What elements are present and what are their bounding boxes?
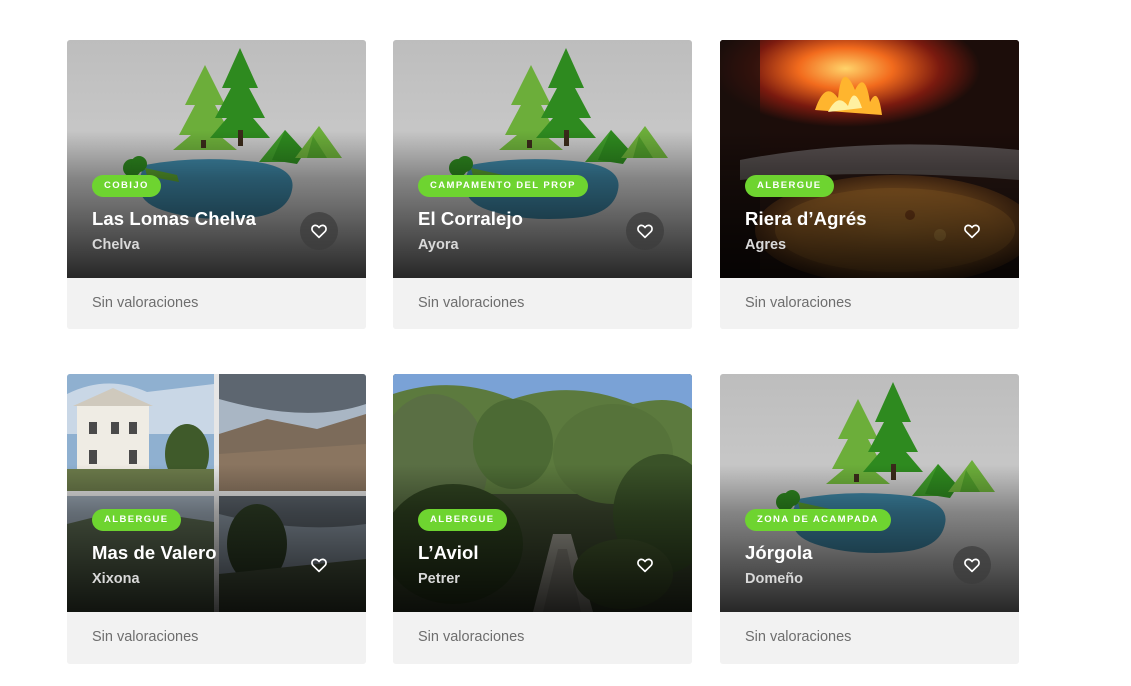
card-footer: Sin valoraciones [720,612,1019,663]
listing-location: Chelva [92,237,140,253]
listing-title[interactable]: Las Lomas Chelva [92,208,256,230]
listing-card[interactable]: Albergue L’Aviol Petrer Sin valoraciones [393,374,692,664]
listing-card[interactable]: Zona de acampada Jórgola Domeño Sin valo… [720,374,1019,664]
listing-location: Xixona [92,571,140,587]
heart-outline-icon [964,224,980,239]
listing-card[interactable]: Cobijo Las Lomas Chelva Chelva Sin valor… [67,40,366,329]
listing-image[interactable]: Albergue L’Aviol Petrer [393,374,692,612]
listing-title[interactable]: Jórgola [745,542,813,564]
listing-location: Petrer [418,571,460,587]
category-badge[interactable]: Cobijo [92,175,161,197]
category-badge[interactable]: Albergue [92,509,181,531]
card-footer: Sin valoraciones [393,612,692,663]
listing-location: Agres [745,237,787,253]
category-badge[interactable]: Zona de acampada [745,509,891,531]
listing-location: Domeño [745,571,803,587]
listing-title[interactable]: El Corralejo [418,208,523,230]
heart-outline-icon [637,558,653,573]
card-footer: Sin valoraciones [393,278,692,329]
category-badge[interactable]: Campamento del prop [418,175,588,197]
card-footer: Sin valoraciones [67,612,366,663]
heart-outline-icon [311,558,327,573]
favorite-button[interactable] [300,212,338,250]
listing-title[interactable]: Mas de Valero [92,542,217,564]
card-footer: Sin valoraciones [720,278,1019,329]
favorite-button[interactable] [626,212,664,250]
rating-text: Sin valoraciones [745,629,852,645]
listing-image[interactable]: Albergue Riera d’Agrés Agres [720,40,1019,278]
heart-outline-icon [311,224,327,239]
favorite-button[interactable] [953,546,991,584]
listing-location: Ayora [418,237,459,253]
favorite-button[interactable] [626,546,664,584]
listing-card[interactable]: Campamento del prop El Corralejo Ayora S… [393,40,692,329]
listing-title[interactable]: L’Aviol [418,542,479,564]
listing-card[interactable]: Albergue Mas de Valero Xixona Sin valora… [67,374,366,664]
listing-card[interactable]: Albergue Riera d’Agrés Agres Sin valorac… [720,40,1019,329]
rating-text: Sin valoraciones [745,295,852,311]
favorite-button[interactable] [300,546,338,584]
rating-text: Sin valoraciones [418,295,525,311]
favorite-button[interactable] [953,212,991,250]
category-badge[interactable]: Albergue [418,509,507,531]
listing-image[interactable]: Campamento del prop El Corralejo Ayora [393,40,692,278]
listing-image[interactable]: Albergue Mas de Valero Xixona [67,374,366,612]
listing-image[interactable]: Cobijo Las Lomas Chelva Chelva [67,40,366,278]
heart-outline-icon [964,558,980,573]
rating-text: Sin valoraciones [92,295,199,311]
listing-title[interactable]: Riera d’Agrés [745,208,867,230]
rating-text: Sin valoraciones [418,629,525,645]
category-badge[interactable]: Albergue [745,175,834,197]
rating-text: Sin valoraciones [92,629,199,645]
listing-image[interactable]: Zona de acampada Jórgola Domeño [720,374,1019,612]
card-footer: Sin valoraciones [67,278,366,329]
heart-outline-icon [637,224,653,239]
